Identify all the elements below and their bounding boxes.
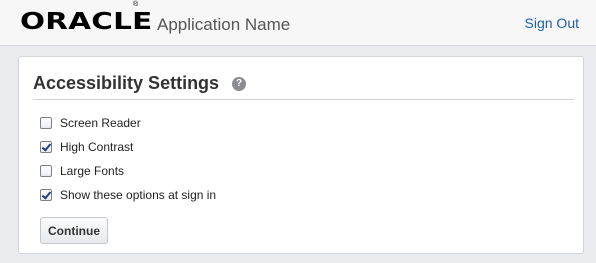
- continue-button[interactable]: Continue: [40, 217, 108, 244]
- divider: [33, 99, 574, 100]
- option-screen-reader[interactable]: Screen Reader: [40, 116, 141, 130]
- option-label: Show these options at sign in: [60, 188, 217, 202]
- screen-reader-checkbox[interactable]: [40, 117, 52, 129]
- app-name: Application Name: [157, 15, 291, 34]
- option-label: Screen Reader: [60, 116, 141, 130]
- oracle-logo: ORACLE: [20, 9, 153, 35]
- large-fonts-checkbox[interactable]: [40, 165, 52, 177]
- option-label: High Contrast: [60, 140, 134, 154]
- option-label: Large Fonts: [60, 164, 125, 178]
- sign-out-link[interactable]: Sign Out: [525, 15, 579, 31]
- high-contrast-checkbox[interactable]: [40, 141, 52, 153]
- show-at-sign-in-checkbox[interactable]: [40, 189, 52, 201]
- option-high-contrast[interactable]: High Contrast: [40, 140, 133, 154]
- help-icon[interactable]: ?: [232, 77, 246, 91]
- option-large-fonts[interactable]: Large Fonts: [40, 164, 124, 178]
- app-header: ORACLE ® Application Name Sign Out: [0, 0, 596, 46]
- option-show-at-sign-in[interactable]: Show these options at sign in: [40, 188, 216, 202]
- trademark-symbol: ®: [133, 1, 139, 8]
- accessibility-settings-panel: Accessibility Settings ? Screen Reader H…: [18, 56, 584, 254]
- brand: ORACLE: [20, 11, 152, 34]
- page-title: Accessibility Settings: [33, 73, 220, 93]
